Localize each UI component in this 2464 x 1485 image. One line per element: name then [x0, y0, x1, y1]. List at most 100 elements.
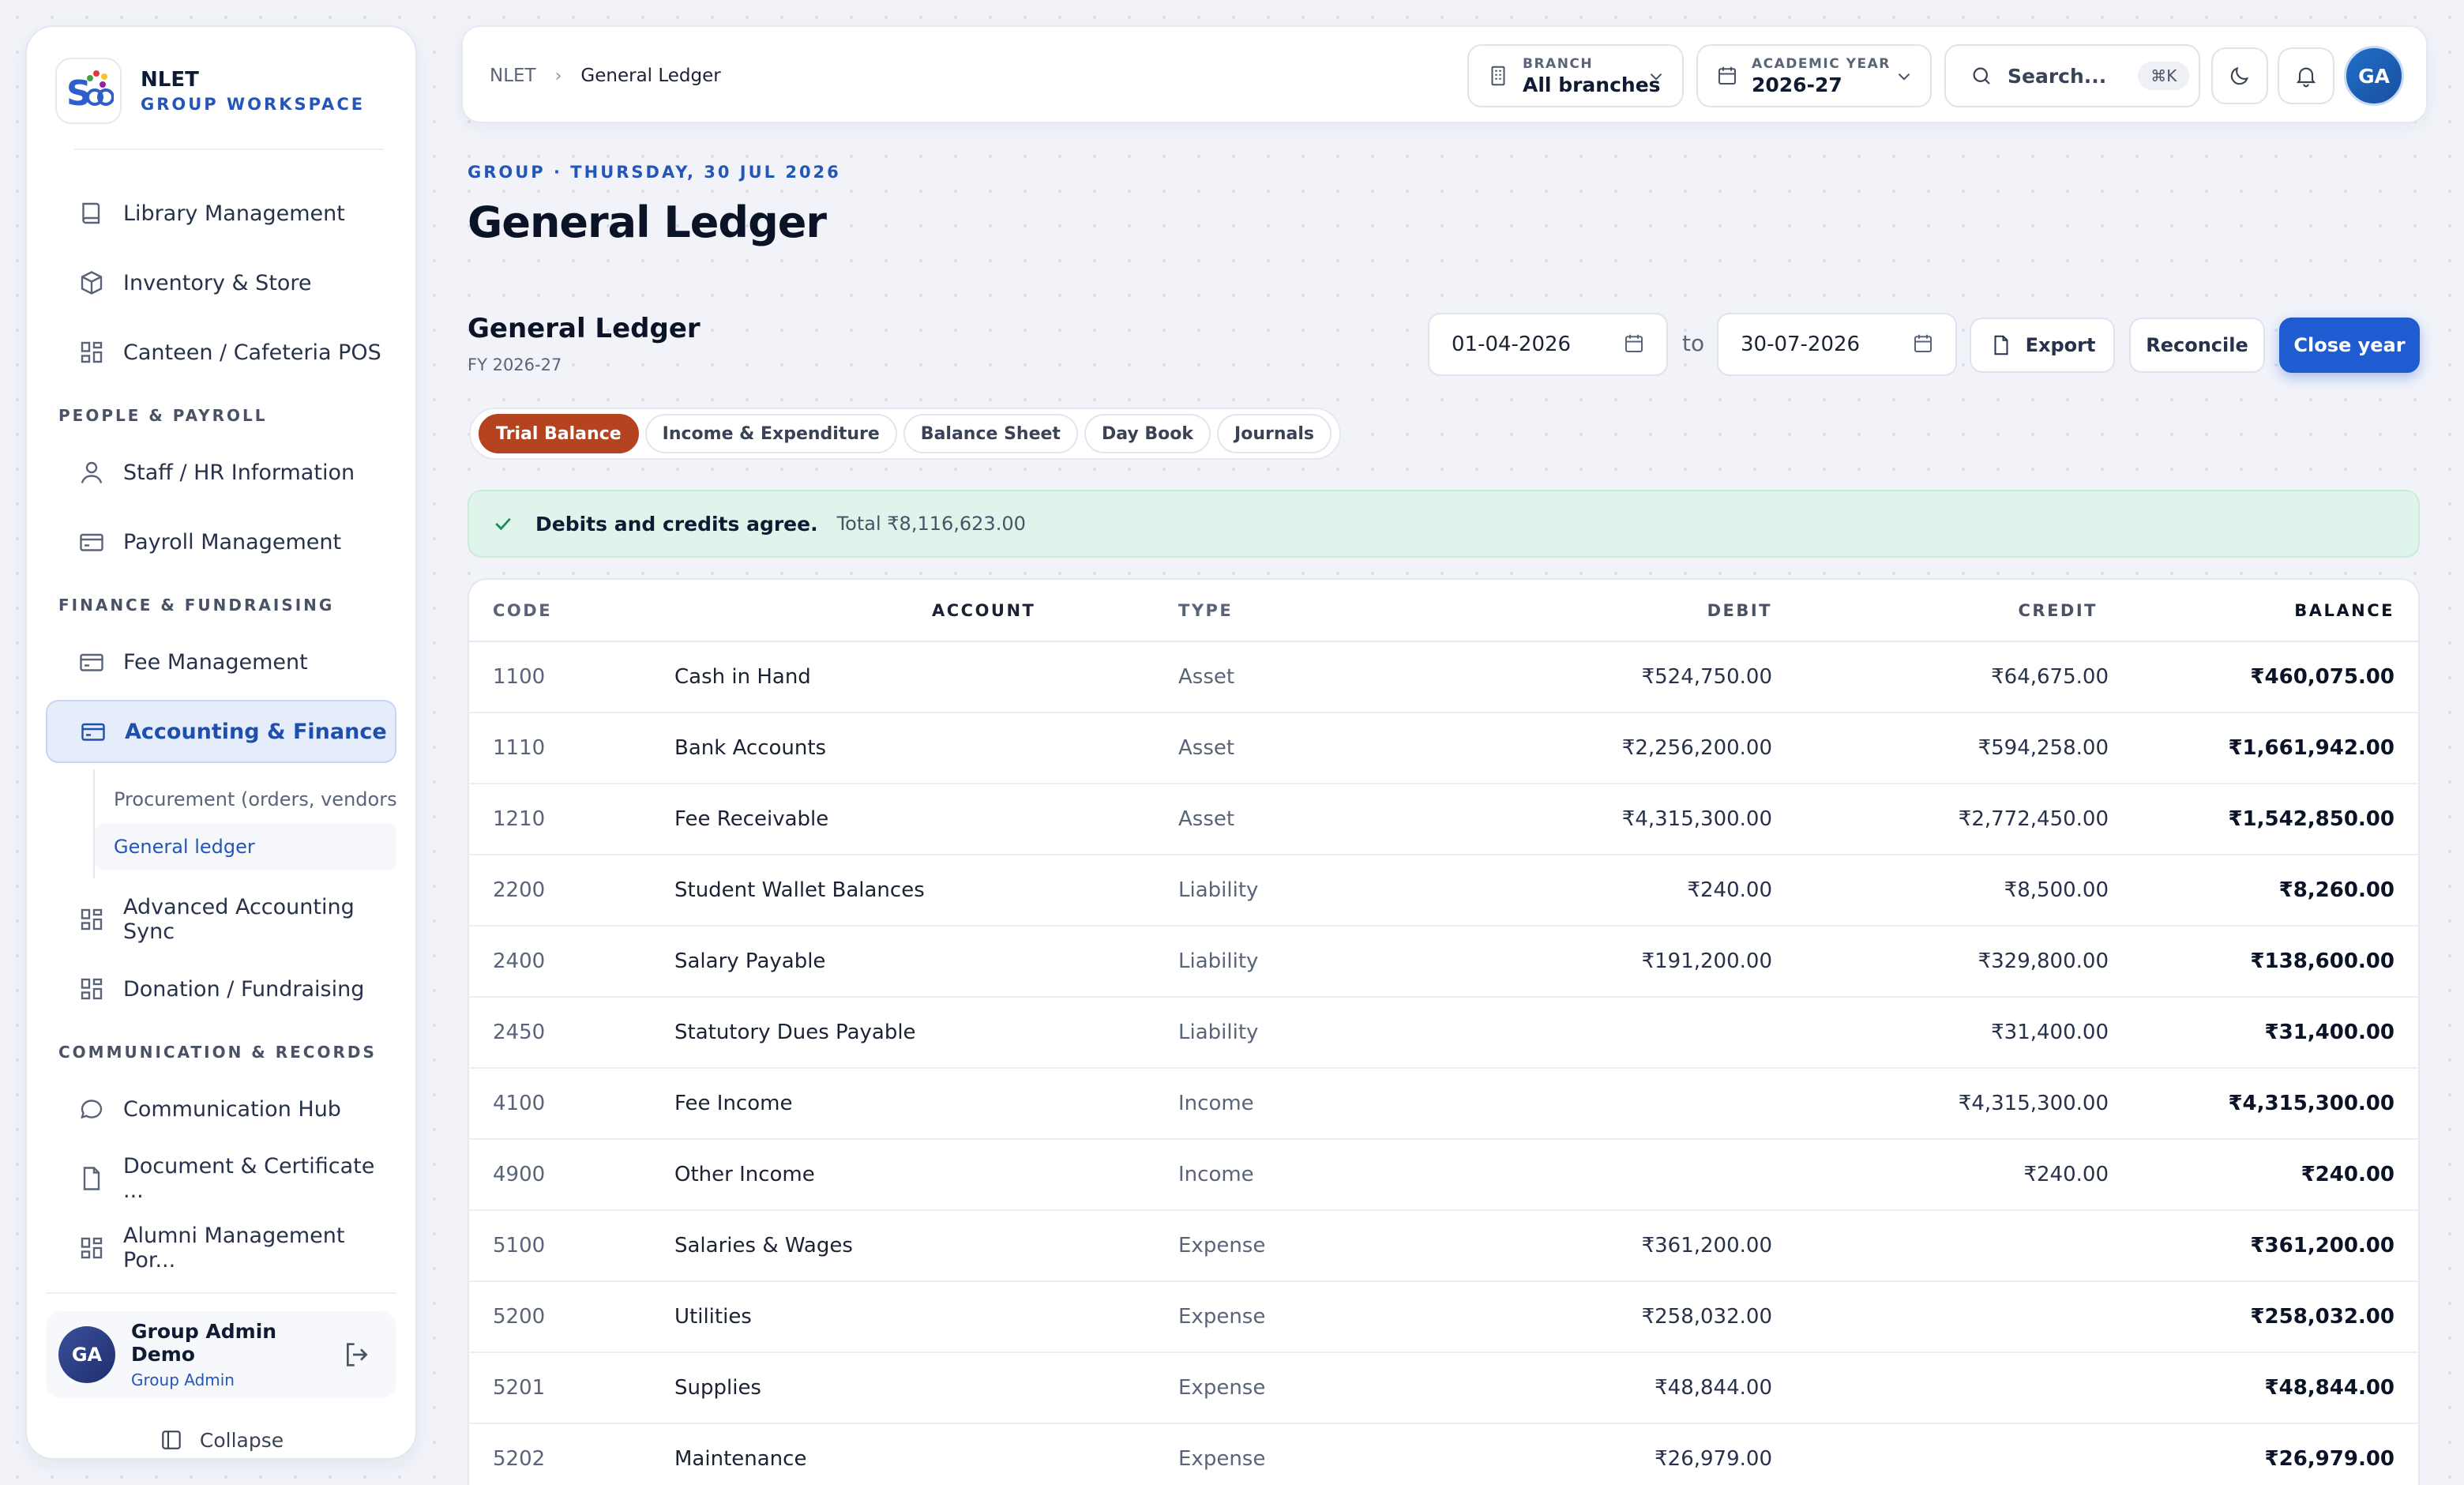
- sidebar-item-fee-management[interactable]: Fee Management: [46, 630, 396, 694]
- theme-toggle-button[interactable]: [2211, 47, 2268, 104]
- cell-debit: ₹361,200.00: [1385, 1210, 1772, 1282]
- balance-status-alert: Debits and credits agree. Total ₹8,116,6…: [468, 490, 2420, 558]
- divider: [74, 148, 384, 150]
- chevron-down-icon: [1646, 66, 1666, 87]
- sidebar-item-advanced-accounting[interactable]: Advanced Accounting Sync: [46, 888, 396, 951]
- notifications-button[interactable]: [2278, 47, 2334, 104]
- collapse-button[interactable]: Collapse: [27, 1420, 415, 1460]
- sidebar-item-label: Advanced Accounting Sync: [123, 895, 355, 944]
- table-row[interactable]: 1110 Bank Accounts Asset ₹2,256,200.00 ₹594,…: [469, 712, 2418, 784]
- sidebar-subitem-procurement[interactable]: Procurement (orders, vendors,...: [95, 776, 396, 823]
- table-row[interactable]: 5202 Maintenance Expense ₹26,979.00 ₹26,979.…: [469, 1423, 2418, 1485]
- sidebar-item-communication-hub[interactable]: Communication Hub: [46, 1077, 396, 1141]
- export-button[interactable]: Export: [1970, 318, 2115, 373]
- cell-type: Expense: [1156, 1423, 1385, 1485]
- calendar-icon: [1622, 332, 1646, 355]
- tab-day-book[interactable]: Day Book: [1084, 414, 1211, 453]
- cell-account: Other Income: [651, 1139, 1156, 1211]
- cell-debit: ₹240.00: [1385, 855, 1772, 927]
- section-people-payroll: PEOPLE & PAYROLL: [58, 406, 268, 425]
- sidebar-item-library[interactable]: Library Management: [46, 182, 396, 245]
- calendar-icon: [1911, 332, 1935, 355]
- close-year-button[interactable]: Close year: [2279, 318, 2420, 373]
- date-to-field[interactable]: 30-07-2026: [1717, 313, 1957, 376]
- chevron-right-icon: ›: [554, 66, 562, 86]
- date-from-field[interactable]: 01-04-2026: [1428, 313, 1668, 376]
- cell-credit: [1772, 1352, 2109, 1424]
- brand[interactable]: S NLET GROUP WORKSPACE: [55, 47, 365, 134]
- check-icon: [491, 512, 515, 536]
- cell-code: 5100: [469, 1210, 651, 1282]
- academic-year-selector[interactable]: ACADEMIC YEAR 2026-27: [1696, 44, 1932, 107]
- cell-code: 2400: [469, 926, 651, 998]
- logout-icon[interactable]: [341, 1339, 373, 1370]
- sidebar-item-donation[interactable]: Donation / Fundraising: [46, 957, 396, 1021]
- cell-balance: ₹460,075.00: [2109, 641, 2418, 713]
- table-row[interactable]: 5201 Supplies Expense ₹48,844.00 ₹48,844.00: [469, 1352, 2418, 1424]
- table-row[interactable]: 2450 Statutory Dues Payable Liability ₹31,4…: [469, 997, 2418, 1069]
- fiscal-year-label: FY 2026-27: [468, 355, 562, 374]
- reconcile-button[interactable]: Reconcile: [2129, 318, 2265, 373]
- cell-code: 1110: [469, 712, 651, 784]
- sidebar-item-label: Inventory & Store: [123, 270, 312, 295]
- cell-balance: ₹26,979.00: [2109, 1423, 2418, 1485]
- user-card[interactable]: GA Group Admin Demo Group Admin: [46, 1311, 396, 1398]
- table-row[interactable]: 1210 Fee Receivable Asset ₹4,315,300.00 ₹2,7…: [469, 784, 2418, 855]
- table-row[interactable]: 1100 Cash in Hand Asset ₹524,750.00 ₹64,675.…: [469, 641, 2418, 713]
- user-avatar[interactable]: GA: [2344, 46, 2404, 106]
- branch-label: BRANCH: [1523, 55, 1594, 72]
- section-finance: FINANCE & FUNDRAISING: [58, 596, 335, 615]
- sidebar-item-staff[interactable]: Staff / HR Information: [46, 441, 396, 504]
- cell-code: 2450: [469, 997, 651, 1069]
- tab-trial-balance[interactable]: Trial Balance: [479, 414, 639, 453]
- sidebar-item-documents[interactable]: Document & Certificate ...: [46, 1147, 396, 1210]
- grid-icon: [77, 905, 106, 934]
- chat-icon: [77, 1095, 106, 1123]
- sidebar-item-alumni[interactable]: Alumni Management Por...: [46, 1216, 396, 1280]
- table-body: 1100 Cash in Hand Asset ₹524,750.00 ₹64,675.…: [469, 641, 2418, 1485]
- column-header-debit[interactable]: DEBIT: [1385, 580, 1772, 642]
- cell-account: Salaries & Wages: [651, 1210, 1156, 1282]
- cell-type: Liability: [1156, 997, 1385, 1069]
- search-input[interactable]: Search... ⌘K: [1944, 44, 2200, 107]
- sidebar-subitem-general-ledger[interactable]: General ledger: [95, 823, 396, 870]
- sidebar-item-label: Library Management: [123, 201, 345, 226]
- cell-account: Student Wallet Balances: [651, 855, 1156, 927]
- column-header-code[interactable]: CODE: [469, 580, 651, 642]
- table-row[interactable]: 5100 Salaries & Wages Expense ₹361,200.00 ₹3…: [469, 1210, 2418, 1282]
- column-header-type[interactable]: TYPE: [1156, 580, 1385, 642]
- chevron-down-icon: [1894, 66, 1914, 87]
- sidebar-item-canteen[interactable]: Canteen / Cafeteria POS: [46, 321, 396, 384]
- breadcrumb-root[interactable]: NLET: [490, 66, 536, 86]
- table-row[interactable]: 4900 Other Income Income ₹240.00 ₹240.00: [469, 1139, 2418, 1211]
- sidebar-item-inventory[interactable]: Inventory & Store: [46, 251, 396, 314]
- page-title: General Ledger: [468, 197, 827, 247]
- table-header-row: CODE ACCOUNT TYPE DEBIT CREDIT BALANCE: [469, 580, 2418, 642]
- table-row[interactable]: 2200 Student Wallet Balances Liability ₹240…: [469, 855, 2418, 927]
- grid-icon: [77, 1234, 106, 1262]
- cell-type: Expense: [1156, 1352, 1385, 1424]
- column-header-balance[interactable]: BALANCE: [2109, 580, 2418, 642]
- branch-selector[interactable]: BRANCH All branches: [1467, 44, 1684, 107]
- tab-income-expenditure[interactable]: Income & Expenditure: [644, 414, 897, 453]
- cell-account: Maintenance: [651, 1423, 1156, 1485]
- brand-name: NLET: [141, 68, 199, 92]
- cell-balance: ₹48,844.00: [2109, 1352, 2418, 1424]
- alert-total: Total ₹8,116,623.00: [836, 513, 1026, 535]
- tab-balance-sheet[interactable]: Balance Sheet: [903, 414, 1078, 453]
- sidebar-item-label: Staff / HR Information: [123, 460, 355, 485]
- sidebar-item-label: Accounting & Finance: [125, 719, 387, 744]
- cell-debit: ₹2,256,200.00: [1385, 712, 1772, 784]
- cell-account: Statutory Dues Payable: [651, 997, 1156, 1069]
- table-row[interactable]: 5200 Utilities Expense ₹258,032.00 ₹258,032.…: [469, 1281, 2418, 1353]
- academic-year-label: ACADEMIC YEAR: [1752, 55, 1891, 72]
- table-row[interactable]: 2400 Salary Payable Liability ₹191,200.00 ₹3…: [469, 926, 2418, 998]
- table-row[interactable]: 4100 Fee Income Income ₹4,315,300.00 ₹4,315,…: [469, 1068, 2418, 1140]
- sidebar-item-accounting[interactable]: Accounting & Finance: [46, 700, 396, 763]
- user-icon: [77, 458, 106, 487]
- tab-journals[interactable]: Journals: [1217, 414, 1332, 453]
- search-placeholder: Search...: [2008, 64, 2107, 88]
- column-header-account[interactable]: ACCOUNT: [651, 580, 1156, 642]
- sidebar-item-payroll[interactable]: Payroll Management: [46, 510, 396, 573]
- column-header-credit[interactable]: CREDIT: [1772, 580, 2109, 642]
